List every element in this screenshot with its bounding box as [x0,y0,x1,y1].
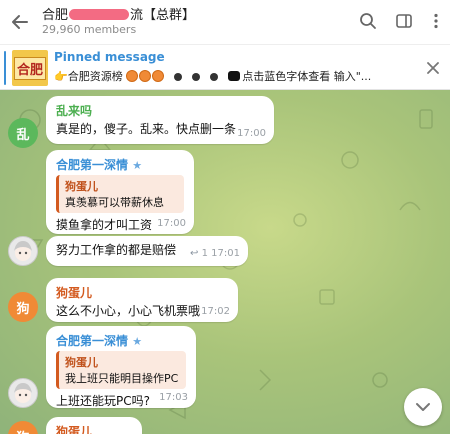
member-count: 29,960 members [42,23,137,36]
message-bubble[interactable]: 乱来吗 真是的，傻子。乱来。快点删一条 17:00 [46,96,274,144]
coin-emoji-icon [126,70,139,82]
pinned-message[interactable]: 合肥 Pinned message 👉合肥资源榜 点击蓝色字体查看 输入"... [0,44,450,90]
coin-emoji-icon [139,70,152,82]
message-time: 17:00 [157,218,186,229]
quote-author: 狗蛋儿 [65,356,98,369]
avatar[interactable]: 狗 [8,292,38,322]
avatar[interactable] [8,378,38,408]
avatar[interactable] [8,236,38,266]
reply-quote[interactable]: 狗蛋儿 真羡慕可以带薪休息 [56,175,184,213]
message-meta: ↩ 1 17:01 [190,248,240,259]
chat-title-end: 流【总群】 [130,8,196,23]
star-icon: ★ [132,159,143,172]
message-time: 17:02 [201,306,230,317]
sidebar-toggle-button[interactable] [393,10,415,32]
pinned-text: 👉合肥资源榜 点击蓝色字体查看 输入"... [54,68,419,84]
pinned-text-b: 点击蓝色字体查看 输入"... [242,70,372,83]
sidebar-icon [396,14,412,28]
avatar[interactable]: 乱 [8,118,38,148]
quote-text: 真羡慕可以带薪休息 [65,196,164,209]
close-icon [427,62,439,74]
star-icon: ★ [132,335,143,348]
search-icon [360,13,376,29]
anime-avatar-icon [14,383,32,403]
title-redaction [69,9,130,20]
pinned-indicator [4,51,6,85]
message-text: 真是的，傻子。乱来。快点删一条 [56,122,237,136]
quote-text: 我上班只能明目操作PC [65,372,179,385]
bomb-emoji-icon [209,73,218,81]
chevron-down-icon [416,403,430,411]
cat-emoji-icon [228,71,241,81]
sender-name[interactable]: 狗蛋儿 [56,423,132,434]
anime-avatar-icon [14,241,32,261]
search-button[interactable] [357,10,379,32]
close-pinned-button[interactable] [424,59,442,77]
sender-name[interactable]: 合肥第一深情 ★ [56,156,184,173]
more-menu-button[interactable] [425,10,447,32]
pinned-thumbnail-text: 合肥 [13,56,46,80]
bomb-emoji-icon [191,73,200,81]
message-time: 17:01 [211,248,240,259]
coin-emoji-icon [152,70,165,82]
reply-quote[interactable]: 狗蛋儿 我上班只能明目操作PC [56,351,186,389]
sender-name-text: 合肥第一深情 [56,334,129,348]
pinned-thumbnail: 合肥 [12,50,48,86]
pinned-label: Pinned message [54,50,165,64]
message-bubble[interactable]: 努力工作拿的都是赔偿 ↩ 1 17:01 [46,236,248,266]
bomb-emoji-icon [173,73,182,81]
sender-name-text: 合肥第一深情 [56,158,129,172]
pinned-text-a: 👉合肥资源榜 [54,70,123,83]
arrow-left-icon [12,15,28,29]
message-bubble[interactable]: 合肥第一深情 ★ 狗蛋儿 我上班只能明目操作PC 上班还能玩PC吗? 17:03 [46,326,196,408]
avatar-letter: 狗 [16,301,30,317]
message-time: 17:03 [159,392,188,403]
back-button[interactable] [6,8,34,36]
sender-name[interactable]: 狗蛋儿 [56,284,228,301]
quote-author: 狗蛋儿 [65,180,98,193]
message-bubble[interactable]: 狗蛋儿 这么不小心，小心飞机票哦 17:02 [46,278,238,322]
avatar-letter: 狗 [16,427,29,434]
message-bubble[interactable]: 合肥第一深情 ★ 狗蛋儿 真羡慕可以带薪休息 摸鱼拿的才叫工资 17:00 [46,150,194,234]
message-bubble[interactable]: 狗蛋儿 [46,417,142,434]
message-list[interactable]: 乱 乱来吗 真是的，傻子。乱来。快点删一条 17:00 合肥第一深情 ★ 狗蛋儿… [0,90,450,434]
sender-name[interactable]: 乱来吗 [56,102,264,119]
chat-header: 合肥 流【总群】 29,960 members [0,0,450,44]
chat-title-start: 合肥 [42,8,69,23]
more-vertical-icon [434,13,438,29]
scroll-to-bottom-button[interactable] [404,388,442,426]
reply-arrow-icon: ↩ [190,248,199,259]
sender-name[interactable]: 合肥第一深情 ★ [56,332,186,349]
message-time: 17:00 [237,128,266,139]
reply-count: 1 [201,248,208,259]
avatar-letter: 乱 [16,127,30,143]
chat-title[interactable]: 合肥 流【总群】 [42,4,195,23]
